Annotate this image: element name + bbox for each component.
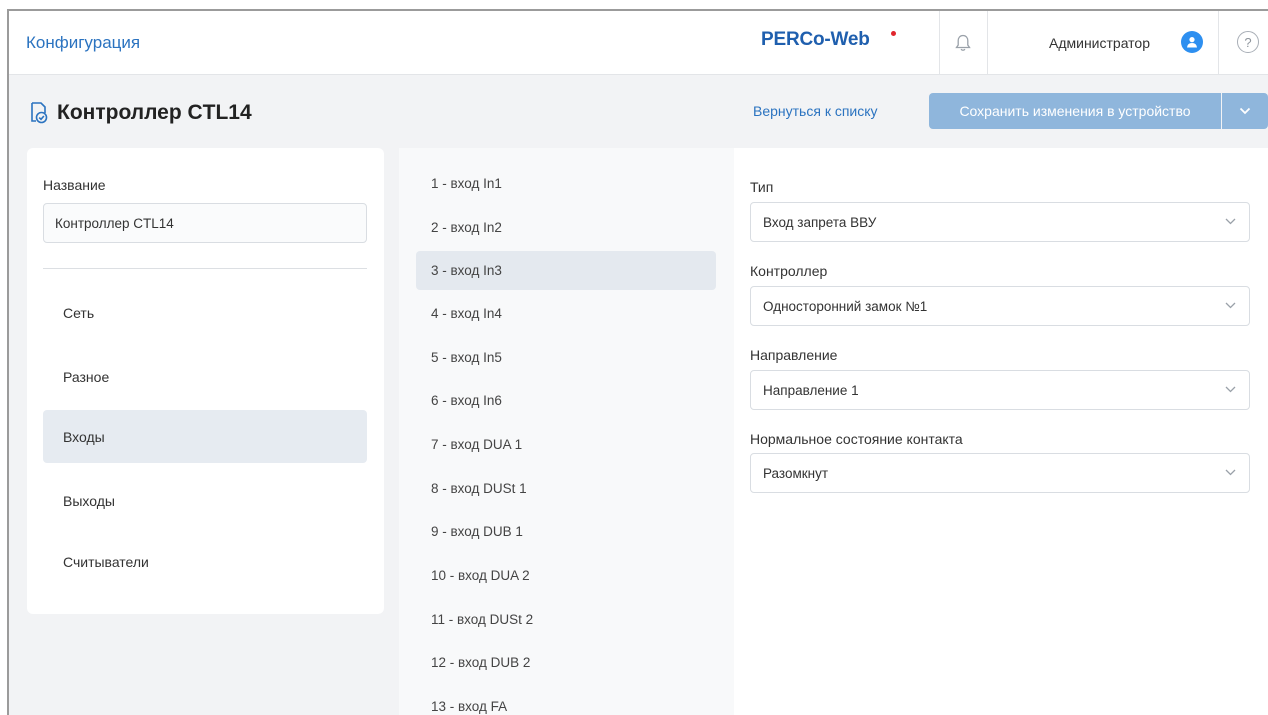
controller-label: Контроллер <box>750 263 828 279</box>
bell-icon[interactable] <box>939 27 987 59</box>
list-item-input-10[interactable]: 10 - вход DUA 2 <box>416 556 716 595</box>
type-label: Тип <box>750 179 774 195</box>
type-select-value: Вход запрета ВВУ <box>763 214 877 230</box>
name-input[interactable]: Контроллер CTL14 <box>43 203 367 243</box>
chevron-down-icon <box>1225 469 1236 476</box>
controller-select[interactable]: Односторонний замок №1 <box>750 286 1250 326</box>
contact-state-label: Нормальное состояние контакта <box>750 431 963 447</box>
divider <box>43 268 367 269</box>
nav-item-outputs[interactable]: Выходы <box>43 474 367 527</box>
help-icon[interactable]: ? <box>1237 31 1259 53</box>
nav-item-network[interactable]: Сеть <box>43 286 367 339</box>
app-title[interactable]: Конфигурация <box>26 33 140 53</box>
type-select[interactable]: Вход запрета ВВУ <box>750 202 1250 242</box>
list-item-input-3[interactable]: 3 - вход In3 <box>416 251 716 290</box>
list-item-input-9[interactable]: 9 - вход DUB 1 <box>416 512 716 551</box>
inputs-list: 1 - вход In1 2 - вход In2 3 - вход In3 4… <box>399 148 734 715</box>
direction-select[interactable]: Направление 1 <box>750 370 1250 410</box>
list-item-input-6[interactable]: 6 - вход In6 <box>416 381 716 420</box>
chevron-down-icon <box>1225 386 1236 393</box>
list-item-input-4[interactable]: 4 - вход In4 <box>416 294 716 333</box>
input-settings-form: Тип Вход запрета ВВУ Контроллер Одностор… <box>734 148 1268 715</box>
save-options-dropdown-button[interactable] <box>1222 93 1268 129</box>
nav-item-misc[interactable]: Разное <box>43 350 367 403</box>
top-bar: Конфигурация PERCo-Web Администратор ? <box>9 11 1268 75</box>
list-item-input-7[interactable]: 7 - вход DUA 1 <box>416 425 716 464</box>
user-avatar-icon[interactable] <box>1181 31 1203 53</box>
controller-select-value: Односторонний замок №1 <box>763 298 928 314</box>
chevron-down-icon <box>1225 218 1236 225</box>
contact-state-select-value: Разомкнут <box>763 465 829 481</box>
list-item-input-12[interactable]: 12 - вход DUB 2 <box>416 643 716 682</box>
user-name[interactable]: Администратор <box>1049 35 1150 51</box>
perco-web-logo: PERCo-Web <box>761 29 870 50</box>
direction-label: Направление <box>750 347 838 363</box>
logo-dot <box>891 31 896 36</box>
name-input-value: Контроллер CTL14 <box>55 215 174 231</box>
device-check-icon <box>28 101 50 125</box>
list-item-input-11[interactable]: 11 - вход DUSt 2 <box>416 600 716 639</box>
list-item-input-8[interactable]: 8 - вход DUSt 1 <box>416 469 716 508</box>
list-item-input-5[interactable]: 5 - вход In5 <box>416 338 716 377</box>
back-to-list-link[interactable]: Вернуться к списку <box>753 103 878 119</box>
list-item-input-1[interactable]: 1 - вход In1 <box>416 164 716 203</box>
name-label: Название <box>43 177 106 193</box>
save-to-device-button[interactable]: Сохранить изменения в устройство <box>929 93 1221 129</box>
list-item-input-13[interactable]: 13 - вход FA <box>416 687 716 715</box>
list-item-input-2[interactable]: 2 - вход In2 <box>416 208 716 247</box>
app-window: Конфигурация PERCo-Web Администратор ? К… <box>7 9 1268 715</box>
nav-item-readers[interactable]: Считыватели <box>43 535 367 588</box>
page-title: Контроллер CTL14 <box>57 101 252 124</box>
direction-select-value: Направление 1 <box>763 382 859 398</box>
contact-state-select[interactable]: Разомкнут <box>750 453 1250 493</box>
chevron-down-icon <box>1239 107 1251 115</box>
device-settings-panel: Название Контроллер CTL14 Сеть Разное Вх… <box>27 148 384 614</box>
nav-item-inputs[interactable]: Входы <box>43 410 367 463</box>
separator <box>987 11 988 75</box>
chevron-down-icon <box>1225 302 1236 309</box>
separator <box>1218 11 1219 75</box>
